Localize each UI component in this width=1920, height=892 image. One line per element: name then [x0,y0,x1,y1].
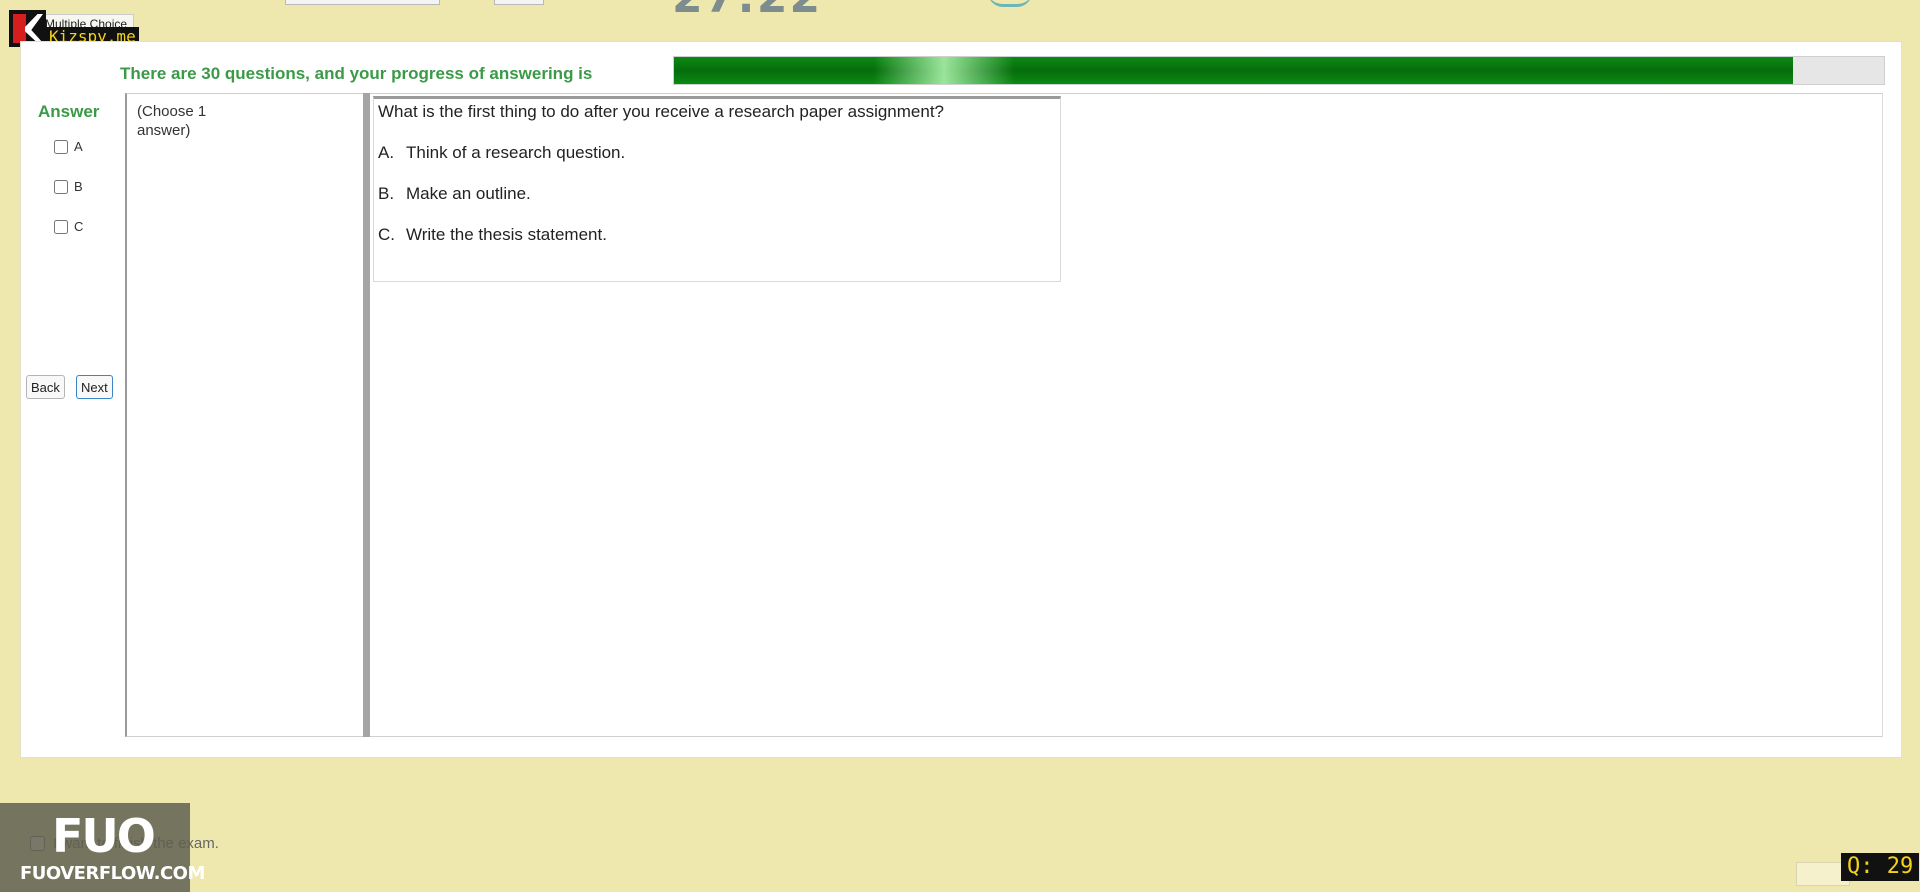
answer-checkbox-c[interactable] [54,219,68,234]
answer-option-label: B [74,179,83,194]
timer: 27:22 [672,0,822,23]
question-box: What is the first thing to do after you … [373,96,1061,282]
question-option-c: C. Write the thesis statement. [378,225,607,245]
question-number-badge: Q: 29 [1841,853,1920,881]
option-letter: A. [378,143,395,162]
top-field-small[interactable] [494,0,544,5]
panel-splitter[interactable] [363,93,370,737]
top-decoration [988,0,1032,7]
fuoverflow-watermark: FUO FUOVERFLOW.COM [0,803,205,892]
progress-fill [674,57,1794,84]
question-text: What is the first thing to do after you … [378,102,945,121]
option-text: Think of a research question. [406,143,626,162]
answer-option-a[interactable]: A [54,139,83,154]
option-letter: C. [378,225,395,244]
answer-option-b[interactable]: B [54,179,83,194]
answer-checkbox-a[interactable] [54,139,68,154]
option-letter: B. [378,184,395,203]
answer-checkbox-b[interactable] [54,179,68,194]
fuo-site: FUOVERFLOW.COM [20,863,205,884]
progress-bar [673,56,1885,85]
answer-option-label: A [74,139,83,154]
question-panel: What is the first thing to do after you … [370,93,1883,737]
instruction-panel: (Choose 1 answer) [125,93,365,737]
progress-glow [874,57,1014,84]
answer-option-c[interactable]: C [54,219,83,234]
question-option-a: A. Think of a research question. [378,143,625,163]
top-field-left[interactable] [285,0,440,5]
progress-text: There are 30 questions, and your progres… [120,64,593,83]
question-option-b: B. Make an outline. [378,184,531,204]
option-text: Write the thesis statement. [406,225,607,244]
back-button[interactable]: Back [26,375,65,399]
choose-hint: (Choose 1 answer) [137,103,207,139]
answer-title: Answer [38,102,100,121]
fuo-logo: FUO [52,809,156,863]
next-button[interactable]: Next [76,375,113,399]
option-text: Make an outline. [406,184,531,203]
top-strip: 27:22 [0,0,1920,23]
answer-option-label: C [74,219,84,234]
